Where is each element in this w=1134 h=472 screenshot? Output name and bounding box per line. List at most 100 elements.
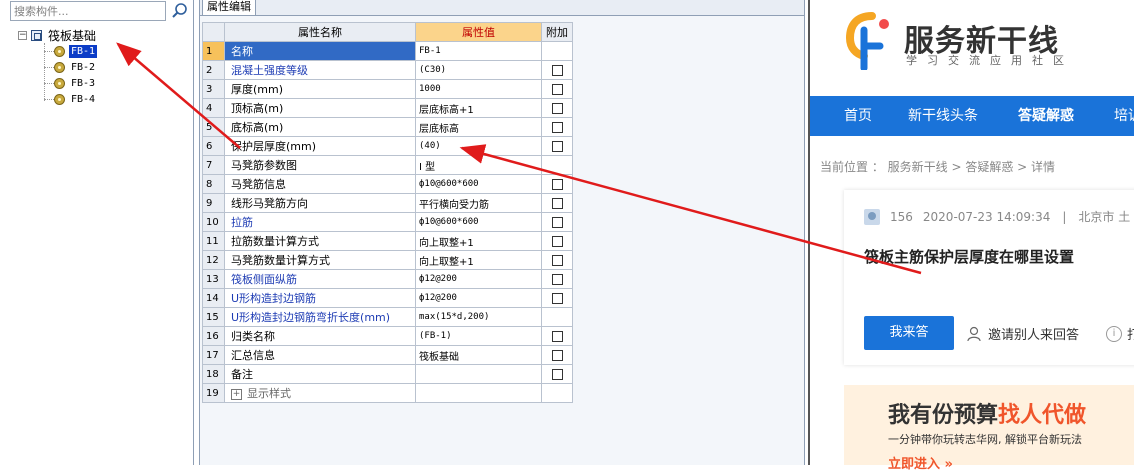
extra-checkbox[interactable]	[551, 331, 563, 342]
search-input[interactable]: 搜索构件...	[10, 1, 166, 21]
property-value[interactable]: 1000	[415, 79, 542, 99]
property-value[interactable]: FB-1	[415, 41, 542, 61]
banner-enter-link[interactable]: 立即进入 »	[888, 453, 953, 472]
extra-checkbox[interactable]	[551, 103, 563, 114]
property-name: 汇总信息	[224, 345, 416, 365]
extra-checkbox[interactable]	[551, 274, 563, 285]
table-row[interactable]: 1 名称 FB-1	[202, 41, 573, 61]
nav-item-training[interactable]: 培训	[1114, 96, 1134, 136]
property-name: 厚度(mm)	[224, 79, 416, 99]
search-button[interactable]	[170, 1, 190, 21]
extra-checkbox[interactable]	[551, 369, 563, 380]
table-row[interactable]: 2 混凝土强度等级 (C30)	[202, 60, 573, 80]
row-number: 2	[202, 60, 225, 80]
property-name: 线形马凳筋方向	[224, 193, 416, 213]
property-value[interactable]: ф10@600*600	[415, 212, 542, 232]
row-number: 7	[202, 155, 225, 175]
avatar[interactable]	[864, 208, 880, 225]
property-name: U形构造封边钢筋	[224, 288, 416, 308]
property-value[interactable]: max(15*d,200)	[415, 307, 542, 327]
tab-strip: 属性编辑	[200, 0, 804, 16]
row-number: 9	[202, 193, 225, 213]
extra-checkbox[interactable]	[551, 255, 563, 266]
tree-item-label: FB-3	[71, 77, 96, 89]
info-icon[interactable]: i	[1106, 326, 1122, 342]
table-row[interactable]: 17 汇总信息 筏板基础	[202, 345, 573, 365]
nav-item-qa[interactable]: 答疑解惑	[1018, 96, 1074, 136]
table-row[interactable]: 11 拉筋数量计算方式 向上取整+1	[202, 231, 573, 251]
promo-banner[interactable]: 我有份预算找人代做 一分钟带你玩转志华网, 解锁平台新玩法 立即进入 »	[844, 385, 1134, 472]
extra-checkbox[interactable]	[551, 179, 563, 190]
extra-checkbox[interactable]	[551, 65, 563, 76]
column-header-value[interactable]: 属性值	[415, 22, 542, 42]
property-value[interactable]: 筏板基础	[415, 345, 542, 365]
table-row[interactable]: 13 筏板侧面纵筋 ф12@200	[202, 269, 573, 289]
invite-answer-link[interactable]: 邀请别人来回答	[966, 324, 1079, 343]
table-row[interactable]: 7 马凳筋参数图 I 型	[202, 155, 573, 175]
tree-root-raft-foundation[interactable]: − 筏板基础	[18, 28, 96, 43]
property-value[interactable]: 向上取整+1	[415, 250, 542, 270]
extra-checkbox[interactable]	[551, 198, 563, 209]
tab-property-edit[interactable]: 属性编辑	[202, 0, 256, 15]
table-row[interactable]: 6 保护层厚度(mm) (40)	[202, 136, 573, 156]
column-header-name[interactable]: 属性名称	[224, 22, 416, 42]
row-number: 15	[202, 307, 225, 327]
property-value[interactable]: 向上取整+1	[415, 231, 542, 251]
property-value[interactable]: ф12@200	[415, 288, 542, 308]
table-row[interactable]: 3 厚度(mm) 1000	[202, 79, 573, 99]
property-value[interactable]: I 型	[415, 155, 542, 175]
table-row[interactable]: 18 备注	[202, 364, 573, 384]
property-value[interactable]: (40)	[415, 136, 542, 156]
extra-checkbox[interactable]	[551, 122, 563, 133]
foundation-icon	[31, 29, 42, 41]
property-value[interactable]: (C30)	[415, 60, 542, 80]
property-value[interactable]: (FB-1)	[415, 326, 542, 346]
extra-checkbox[interactable]	[551, 141, 563, 152]
tree-item-fb1[interactable]: FB-1	[44, 44, 98, 58]
property-value[interactable]: ф10@600*600	[415, 174, 542, 194]
tree-item-label: FB-2	[71, 61, 96, 73]
answer-button[interactable]: 我来答	[864, 316, 954, 350]
component-icon	[54, 61, 65, 73]
table-row[interactable]: 16 归类名称 (FB-1)	[202, 326, 573, 346]
extra-checkbox[interactable]	[551, 84, 563, 95]
user-icon	[967, 326, 981, 341]
property-name: 备注	[224, 364, 416, 384]
component-icon	[54, 45, 65, 57]
row-number: 17	[202, 345, 225, 365]
column-header-extra[interactable]: 附加	[541, 22, 573, 42]
table-row[interactable]: 10 拉筋 ф10@600*600	[202, 212, 573, 232]
question-card: 156 2020-07-23 14:09:34 | 北京市 土 筏板主筋保护层厚…	[844, 190, 1134, 365]
table-row[interactable]: 4 顶标高(m) 层底标高+1	[202, 98, 573, 118]
tree-item-fb4[interactable]: FB-4	[44, 92, 97, 106]
extra-checkbox[interactable]	[551, 293, 563, 304]
property-value[interactable]: 平行横向受力筋	[415, 193, 542, 213]
table-row[interactable]: 5 底标高(m) 层底标高	[202, 117, 573, 137]
extra-checkbox[interactable]	[551, 236, 563, 247]
extra-checkbox[interactable]	[551, 350, 563, 361]
table-row[interactable]: 8 马凳筋信息 ф10@600*600	[202, 174, 573, 194]
nav-item-headlines[interactable]: 新干线头条	[908, 96, 978, 136]
property-grid: 属性名称 属性值 附加 1 名称 FB-1 2 混凝土强度等级 (C30) 3 …	[202, 22, 573, 403]
extra-cell	[541, 307, 573, 327]
site-logo[interactable]: 服务新干线 学习交流应用社区	[842, 10, 1134, 70]
property-value[interactable]	[415, 364, 542, 384]
nav-item-home[interactable]: 首页	[844, 96, 872, 136]
row-number: 1	[202, 41, 225, 61]
table-row[interactable]: 14 U形构造封边钢筋 ф12@200	[202, 288, 573, 308]
property-value[interactable]	[415, 383, 542, 403]
tree-item-label: FB-4	[71, 93, 96, 105]
table-row[interactable]: 19 + 显示样式	[202, 383, 573, 403]
table-row[interactable]: 9 线形马凳筋方向 平行横向受力筋	[202, 193, 573, 213]
tree-item-fb2[interactable]: FB-2	[44, 60, 97, 74]
property-value[interactable]: ф12@200	[415, 269, 542, 289]
collapse-toggle[interactable]: −	[18, 30, 27, 40]
table-row[interactable]: 12 马凳筋数量计算方式 向上取整+1	[202, 250, 573, 270]
expand-toggle[interactable]: +	[231, 388, 242, 400]
table-row[interactable]: 15 U形构造封边钢筋弯折长度(mm) max(15*d,200)	[202, 307, 573, 327]
tree-item-fb3[interactable]: FB-3	[44, 76, 97, 90]
property-value[interactable]: 层底标高+1	[415, 98, 542, 118]
property-value[interactable]: 层底标高	[415, 117, 542, 137]
property-name-display-style[interactable]: + 显示样式	[224, 383, 416, 403]
extra-checkbox[interactable]	[551, 217, 563, 228]
